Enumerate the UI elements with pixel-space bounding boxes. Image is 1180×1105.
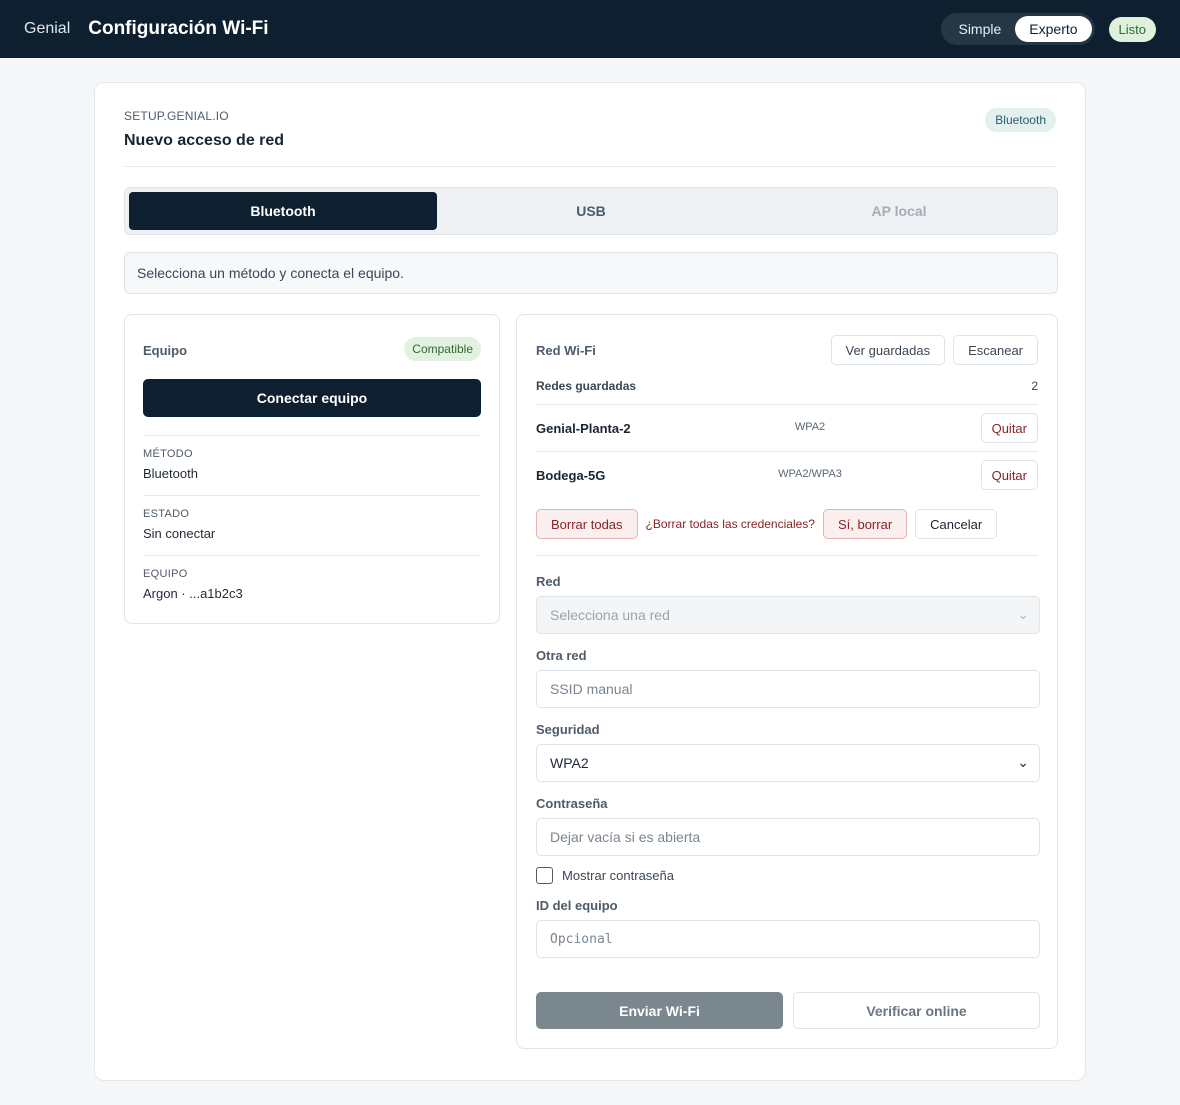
mode-toggle: Simple Experto: [941, 13, 1095, 45]
show-password-checkbox[interactable]: [536, 867, 553, 884]
method-tabs: Bluetooth USB AP local: [124, 187, 1058, 235]
mode-expert-button[interactable]: Experto: [1015, 16, 1092, 42]
info-value: Argon · ...a1b2c3: [143, 586, 243, 601]
show-password-label: Mostrar contraseña: [562, 868, 674, 883]
tab-bluetooth[interactable]: Bluetooth: [129, 192, 437, 230]
network-name: Genial-Planta-2: [536, 421, 631, 436]
password-field: Contraseña Dejar vacía si es abierta: [536, 796, 1040, 856]
action-buttons: Enviar Wi-Fi Verificar online: [536, 992, 1040, 1029]
remove-network-button[interactable]: Quitar: [980, 413, 1038, 443]
mode-simple-button[interactable]: Simple: [944, 16, 1015, 42]
network-name: Bodega-5G: [536, 468, 606, 483]
password-placeholder: Dejar vacía si es abierta: [550, 829, 701, 845]
saved-networks-count: 2: [1031, 378, 1038, 393]
device-id-label: ID del equipo: [536, 898, 618, 913]
method-badge: Bluetooth: [985, 108, 1056, 132]
security-select[interactable]: WPA2 ⌄: [536, 744, 1040, 782]
info-key: MÉTODO: [143, 448, 193, 460]
security-field: Seguridad WPA2 ⌄: [536, 722, 1040, 782]
network-select-placeholder: Selecciona una red: [550, 607, 670, 623]
device-id-field: ID del equipo Opcional: [536, 898, 1040, 958]
network-select: Selecciona una red ⌄: [536, 596, 1040, 634]
saved-network-row: Bodega-5G WPA2/WPA3 Quitar: [536, 452, 1038, 499]
show-password-row: Mostrar contraseña: [536, 867, 1038, 884]
saved-network-row: Genial-Planta-2 WPA2 Quitar: [536, 405, 1038, 452]
setup-card: SETUP.GENIAL.IO Nuevo acceso de red Blue…: [94, 82, 1086, 1081]
confirm-delete-button[interactable]: Sí, borrar: [822, 509, 908, 539]
top-bar: Genial Configuración Wi-Fi Simple Expert…: [0, 0, 1180, 58]
compatible-badge: Compatible: [404, 337, 481, 361]
brand-name: Genial: [24, 20, 71, 37]
delete-all-button[interactable]: Borrar todas: [536, 509, 638, 539]
cancel-delete-button[interactable]: Cancelar: [915, 509, 998, 539]
wifi-panel-label: Red Wi-Fi: [536, 343, 596, 358]
info-key: EQUIPO: [143, 568, 188, 580]
chevron-down-icon: ⌄: [1017, 754, 1029, 770]
chevron-down-icon: ⌄: [1017, 606, 1029, 622]
wifi-panel: Red Wi-Fi Ver guardadas Escanear Redes g…: [516, 314, 1058, 1049]
remove-network-button[interactable]: Quitar: [980, 460, 1038, 490]
delete-confirm-question: ¿Borrar todas las credenciales?: [645, 517, 815, 531]
send-wifi-button[interactable]: Enviar Wi-Fi: [536, 992, 783, 1029]
saved-networks-header: Redes guardadas 2: [536, 367, 1038, 405]
info-key: ESTADO: [143, 508, 190, 520]
scan-button[interactable]: Escanear: [953, 335, 1038, 365]
password-input[interactable]: Dejar vacía si es abierta: [536, 818, 1040, 856]
card-eyebrow: SETUP.GENIAL.IO: [124, 109, 229, 123]
info-device: EQUIPO Argon · ...a1b2c3: [143, 555, 481, 615]
card-header: SETUP.GENIAL.IO Nuevo acceso de red Blue…: [124, 83, 1056, 167]
password-label: Contraseña: [536, 796, 608, 811]
ssid-input[interactable]: SSID manual: [536, 670, 1040, 708]
device-id-input[interactable]: Opcional: [536, 920, 1040, 958]
network-field: Red Selecciona una red ⌄: [536, 574, 1040, 634]
view-saved-button[interactable]: Ver guardadas: [830, 335, 946, 365]
info-method: MÉTODO Bluetooth: [143, 435, 481, 495]
connect-device-button[interactable]: Conectar equipo: [143, 379, 481, 417]
network-security: WPA2/WPA3: [778, 468, 842, 480]
security-label: Seguridad: [536, 722, 600, 737]
device-id-placeholder: Opcional: [550, 931, 613, 947]
other-network-field: Otra red SSID manual: [536, 648, 1040, 708]
page-title: Configuración Wi-Fi: [88, 18, 269, 39]
network-label: Red: [536, 574, 561, 589]
device-panel-label: Equipo: [143, 343, 188, 358]
info-value: Bluetooth: [143, 466, 198, 481]
other-network-label: Otra red: [536, 648, 587, 663]
instruction-hint: Selecciona un método y conecta el equipo…: [124, 252, 1058, 294]
card-title: Nuevo acceso de red: [124, 132, 285, 149]
security-value: WPA2: [550, 755, 589, 771]
status-badge: Listo: [1108, 16, 1156, 42]
ssid-placeholder: SSID manual: [550, 681, 633, 697]
info-status: ESTADO Sin conectar: [143, 495, 481, 555]
network-security: WPA2: [794, 421, 826, 433]
info-value: Sin conectar: [143, 526, 216, 541]
tab-usb[interactable]: USB: [437, 192, 745, 230]
saved-networks-title: Redes guardadas: [536, 378, 637, 393]
tab-ap-local: AP local: [871, 203, 927, 219]
verify-online-button[interactable]: Verificar online: [793, 992, 1040, 1029]
device-panel: Equipo Compatible Conectar equipo MÉTODO…: [124, 314, 500, 624]
delete-all-confirm: Borrar todas ¿Borrar todas las credencia…: [536, 499, 1038, 556]
